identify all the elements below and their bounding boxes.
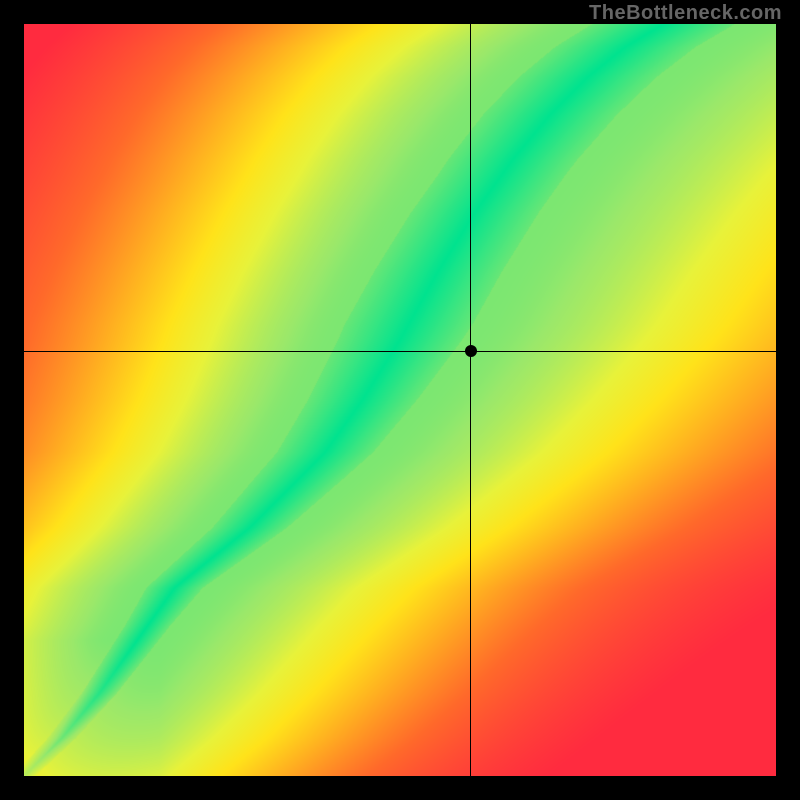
chart-frame: TheBottleneck.com [0,0,800,800]
crosshair-horizontal [24,351,776,352]
heatmap-canvas [24,24,776,776]
crosshair-vertical [470,24,471,776]
marker-dot [465,345,477,357]
watermark-text: TheBottleneck.com [589,2,782,25]
